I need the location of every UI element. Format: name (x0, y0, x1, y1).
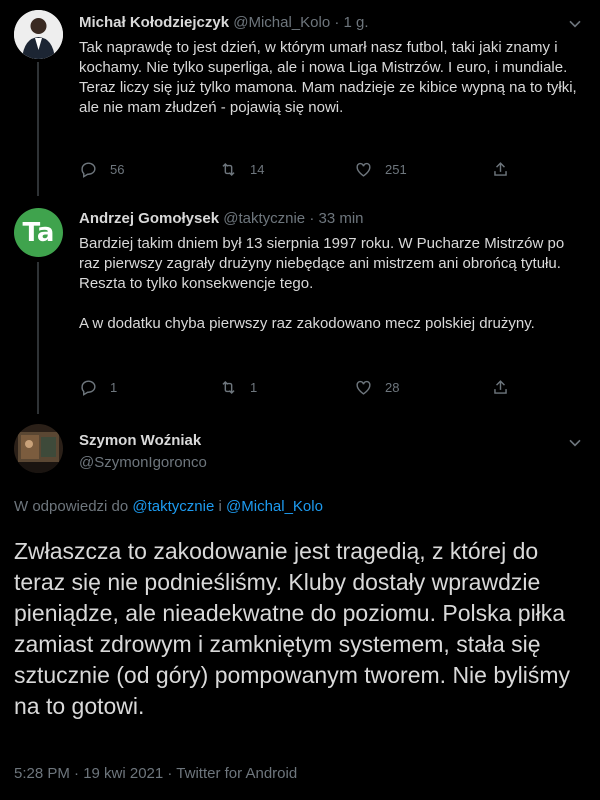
reply-count: 56 (110, 162, 125, 177)
author-handle[interactable]: @taktycznie (223, 210, 305, 227)
tweet-andrzej[interactable]: Ta Andrzej Gomołysek @taktycznie · 33 mi… (0, 196, 600, 414)
tweet-actions: 56 14 251 (79, 160, 584, 184)
retweet-icon (222, 380, 235, 395)
more-icon[interactable] (565, 432, 585, 452)
share-icon (494, 380, 507, 394)
reply-count: 1 (110, 380, 118, 395)
tweet-time[interactable]: · 33 min (309, 210, 363, 227)
like-count: 251 (385, 162, 407, 177)
reply-button[interactable]: 56 (79, 160, 124, 179)
tweet-header: Michał Kołodziejczyk @Michal_Kolo · 1 g. (79, 14, 369, 31)
tweet-paragraph: Bardziej takim dniem był 13 sierpnia 199… (79, 235, 565, 292)
tweet-actions: 1 1 28 (79, 378, 584, 402)
reply-joiner: i (218, 498, 222, 515)
avatar[interactable]: Ta (14, 208, 63, 257)
reply-icon (81, 162, 96, 178)
retweet-icon (222, 162, 235, 177)
mention-link[interactable]: @taktycznie (132, 498, 214, 515)
tweet-header: Andrzej Gomołysek @taktycznie · 33 min (79, 210, 364, 227)
retweet-button[interactable]: 1 (219, 378, 257, 397)
thread-line (37, 262, 39, 414)
author-name[interactable]: Szymon Woźniak (79, 432, 201, 449)
heart-icon (356, 380, 371, 395)
painting-avatar-icon (14, 424, 63, 473)
reply-icon (81, 380, 96, 396)
retweet-count: 1 (250, 380, 258, 395)
like-button[interactable]: 251 (354, 160, 407, 179)
author-handle[interactable]: @SzymonIgoronco (79, 454, 207, 471)
avatar[interactable] (14, 424, 63, 473)
tweet-michal[interactable]: Michał Kołodziejczyk @Michal_Kolo · 1 g.… (0, 0, 600, 196)
reply-prefix: W odpowiedzi do (14, 498, 129, 515)
like-button[interactable]: 28 (354, 378, 399, 397)
tweet-time[interactable]: · 1 g. (334, 14, 368, 31)
author-name[interactable]: Andrzej Gomołysek (79, 210, 219, 227)
tweet-paragraph: A w dodatku chyba pierwszy raz zakodowan… (79, 315, 535, 332)
avatar[interactable] (14, 10, 63, 59)
share-button[interactable] (491, 378, 510, 397)
more-icon[interactable] (565, 13, 585, 33)
like-count: 28 (385, 380, 400, 395)
author-handle[interactable]: @Michal_Kolo (233, 14, 330, 31)
tweet-timestamp[interactable]: 5:28 PM · 19 kwi 2021 · Twitter for Andr… (14, 765, 297, 782)
avatar-initials: Ta (22, 217, 55, 248)
retweet-count: 14 (250, 162, 265, 177)
reply-button[interactable]: 1 (79, 378, 117, 397)
share-icon (494, 162, 507, 176)
mention-link[interactable]: @Michal_Kolo (226, 498, 323, 515)
tweet-text: Bardziej takim dniem był 13 sierpnia 199… (79, 234, 569, 334)
thread-line (37, 62, 39, 196)
main-tweet: Szymon Woźniak @SzymonIgoronco W odpowie… (0, 414, 600, 800)
heart-icon (356, 162, 371, 177)
share-button[interactable] (491, 160, 510, 179)
reply-context: W odpowiedzi do @taktycznie i @Michal_Ko… (14, 498, 323, 515)
tweet-text: Tak naprawdę to jest dzień, w którym uma… (79, 39, 577, 116)
author-name[interactable]: Michał Kołodziejczyk (79, 14, 229, 31)
retweet-button[interactable]: 14 (219, 160, 264, 179)
main-tweet-text: Zwłaszcza to zakodowanie jest tragedią, … (14, 538, 571, 719)
person-photo-icon (14, 10, 63, 59)
